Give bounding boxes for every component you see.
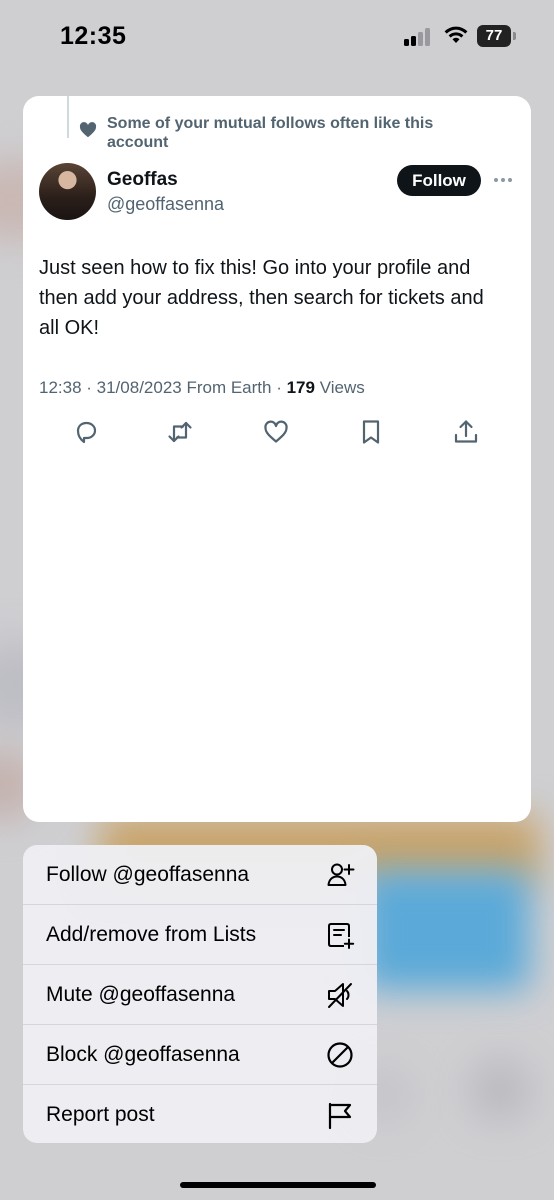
home-indicator[interactable]: [180, 1182, 376, 1188]
menu-item-label: Report post: [46, 1103, 155, 1126]
list-add-icon: [328, 923, 355, 949]
menu-item-lists[interactable]: Add/remove from Lists: [23, 905, 377, 965]
like-icon[interactable]: [261, 417, 291, 447]
social-context-text: Some of your mutual follows often like t…: [107, 115, 434, 151]
follow-user-icon: [327, 863, 355, 886]
menu-item-label: Follow @geoffasenna: [46, 863, 250, 886]
context-menu: Follow @geoffasenna Add/remove from List…: [23, 845, 377, 1143]
menu-item-mute[interactable]: Mute @geoffasenna: [23, 965, 377, 1025]
tweet-actions: [23, 417, 531, 447]
tweet-text: Just seen how to fix this! Go into your …: [39, 257, 484, 339]
heart-icon: [79, 122, 97, 138]
menu-item-label: Add/remove from Lists: [46, 923, 257, 946]
follow-button[interactable]: Follow: [397, 165, 481, 196]
cellular-signal-icon: [404, 28, 434, 46]
flag-icon: [328, 1102, 352, 1130]
views-count: 179: [286, 378, 315, 397]
tweet-card[interactable]: Some of your mutual follows often like t…: [23, 96, 531, 822]
wifi-icon: [444, 26, 468, 43]
menu-item-block[interactable]: Block @geoffasenna: [23, 1025, 377, 1085]
battery-cap: [513, 32, 516, 40]
share-icon[interactable]: [451, 417, 481, 447]
menu-item-label: Block @geoffasenna: [46, 1043, 240, 1066]
bookmark-icon[interactable]: [356, 417, 386, 447]
tweet-timestamp: 12:38 · 31/08/2023 From Earth ·: [39, 378, 287, 397]
author-handle[interactable]: @geoffasenna: [107, 194, 224, 215]
author-name[interactable]: Geoffas: [107, 169, 178, 191]
mute-icon: [328, 983, 352, 1008]
status-bar: 12:35 77: [0, 0, 554, 70]
tweet-meta: 12:38 · 31/08/2023 From Earth · 179 View…: [39, 378, 365, 398]
retweet-icon[interactable]: [165, 417, 195, 447]
block-icon: [327, 1042, 353, 1068]
more-options-icon[interactable]: [493, 176, 513, 184]
battery-icon: 77: [477, 25, 511, 47]
views-label: Views: [314, 378, 365, 397]
reply-icon[interactable]: [71, 417, 101, 447]
menu-item-follow[interactable]: Follow @geoffasenna: [23, 845, 377, 905]
thread-line: [67, 96, 69, 138]
menu-item-report[interactable]: Report post: [23, 1085, 377, 1143]
status-time: 12:35: [60, 22, 127, 50]
menu-item-label: Mute @geoffasenna: [46, 983, 236, 1006]
avatar[interactable]: [39, 163, 96, 220]
